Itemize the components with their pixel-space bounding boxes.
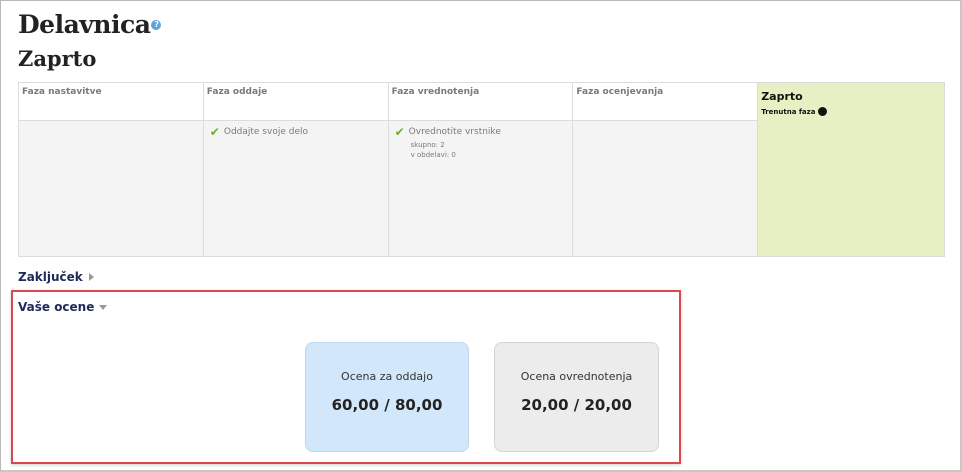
phase-name: Zaprto [761, 90, 803, 103]
task-label: Ovrednotite vrstnike [408, 127, 501, 137]
task-detail-total: skupno: 2 [410, 141, 445, 149]
task-detail-pending: v obdelavi: 0 [410, 151, 456, 159]
task-label: Oddajte svoje delo [223, 127, 308, 137]
conclusion-section-label: Zaključek [18, 270, 83, 284]
submission-grade-card: Ocena za oddajo 60,00 / 80,00 [305, 342, 469, 452]
task-details: skupno: 2 v obdelavi: 0 [411, 140, 567, 160]
phase-name: Faza vrednotenja [388, 83, 573, 121]
task-item: ✔ Ovrednotite vrstnike [394, 125, 567, 139]
assessment-grade-value: 20,00 / 20,00 [521, 396, 632, 414]
check-icon: ✔ [394, 125, 405, 139]
phase-name: Faza nastavitve [19, 83, 203, 121]
help-icon[interactable]: ? [151, 19, 162, 30]
submission-grade-value: 60,00 / 80,00 [331, 396, 443, 414]
phase-closed: Zaprto Trenutna faza [758, 83, 944, 256]
current-phase-label: Trenutna faza [761, 107, 816, 116]
page-title: Delavnica? [18, 10, 162, 39]
current-phase-dot-icon [818, 107, 828, 116]
phase-submission: Faza oddaje ✔ Oddajte svoje delo [203, 83, 389, 256]
chevron-down-icon [99, 304, 108, 310]
check-icon: ✔ [209, 125, 220, 139]
current-phase-indicator: Trenutna faza [761, 107, 941, 116]
assessment-grade-card: Ocena ovrednotenja 20,00 / 20,00 [494, 342, 659, 452]
assessment-grade-label: Ocena ovrednotenja [520, 370, 633, 383]
phase-assessment: Faza vrednotenja ✔ Ovrednotite vrstnike … [388, 83, 574, 256]
phase-planner: Faza nastavitve Faza oddaje ✔ Oddajte sv… [18, 82, 945, 257]
submission-grade-label: Ocena za oddajo [341, 370, 433, 383]
phase-setup: Faza nastavitve [19, 83, 204, 256]
phase-tasks: ✔ Oddajte svoje delo [204, 121, 388, 143]
phase-name: Faza oddaje [203, 83, 388, 121]
grades-section-label: Vaše ocene [18, 300, 95, 314]
grades-section-toggle[interactable]: Vaše ocene [18, 300, 108, 314]
phase-tasks: ✔ Ovrednotite vrstnike skupno: 2 v obdel… [389, 121, 573, 166]
phase-header-active: Zaprto Trenutna faza [758, 83, 944, 121]
task-item: ✔ Oddajte svoje delo [209, 125, 382, 139]
conclusion-section-toggle[interactable]: Zaključek [18, 270, 94, 284]
phase-name: Faza ocenjevanja [573, 83, 758, 121]
phase-evaluation: Faza ocenjevanja [573, 83, 759, 256]
page-subtitle: Zaprto [18, 46, 97, 71]
phase-tasks [573, 121, 757, 133]
chevron-right-icon [88, 273, 94, 281]
phase-tasks [19, 121, 203, 133]
